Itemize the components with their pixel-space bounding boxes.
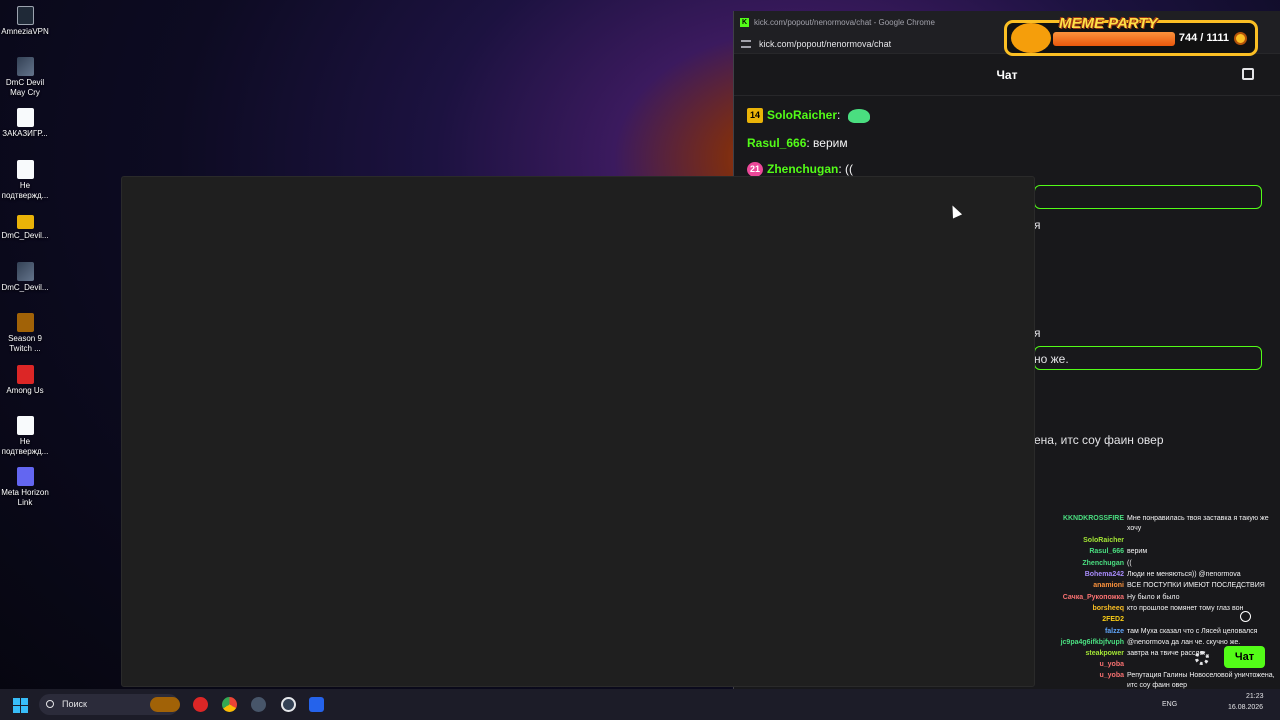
chat-username[interactable]: Zhenchugan	[767, 162, 838, 176]
taskbar: Поиск ENG 21:23 16.08.2026	[0, 689, 1280, 720]
overlay-chat-line: Bohema242 Люди не меняються)) @nenormova	[1084, 571, 1241, 578]
yandex-browser-icon[interactable]	[193, 697, 208, 712]
language-indicator[interactable]: ENG	[1162, 701, 1177, 708]
overlay-chat-line: u_yoba Репутация Галины Новоселовой уничт…	[1099, 672, 1275, 679]
desktop-icon-among-us[interactable]: Among Us	[0, 365, 50, 396]
desktop-icon-meta-link[interactable]: Meta Horizon Link	[0, 467, 50, 508]
chat-text-fragment: но же.	[1034, 352, 1069, 366]
emote-picker-icon[interactable]	[1240, 611, 1251, 622]
doge-icon	[1011, 23, 1051, 53]
chat-header: Чат	[734, 54, 1280, 96]
desktop-icon-dmc[interactable]: DmC Devil May Cry	[0, 57, 50, 98]
url-text: kick.com/popout/nenormova/chat	[759, 38, 892, 49]
file-icon	[16, 416, 34, 435]
chat-message: Rasul_666: верим	[747, 136, 848, 150]
chat-text: ((	[845, 162, 854, 176]
coin-icon	[1234, 32, 1247, 45]
overlay-chat-line: falzze там Муха сказал что с Лясей целова…	[1104, 628, 1258, 635]
chat-send-button[interactable]: Чат	[1224, 646, 1265, 668]
overlay-chat-line: KKNDKROSSFIRE Мне понравилась твоя застав…	[1062, 515, 1269, 522]
chat-username[interactable]: SoloRaicher	[767, 108, 837, 122]
windows-start-icon[interactable]	[13, 698, 28, 713]
file-icon	[16, 160, 34, 179]
desktop-icon-season9[interactable]: Season 9 Twitch ...	[0, 313, 50, 354]
sub-badge: 14	[747, 108, 763, 124]
overlay-chat-line: Zhenchugan((	[1082, 560, 1132, 567]
app-icon[interactable]	[251, 697, 266, 712]
archive-icon	[16, 313, 34, 332]
dmc-game-icon	[16, 57, 34, 76]
pepe-emote-icon	[847, 108, 870, 123]
overlay-chat-line: Сачка_Рукопожка Ну было и было	[1062, 594, 1180, 601]
desktop-icon-unconfirmed-2[interactable]: Не подтвержд...	[0, 416, 50, 457]
overlay-chat-line: Rasul_666 верим	[1089, 548, 1148, 555]
highlighted-message-frame	[1034, 185, 1262, 209]
desktop-icon-unconfirmed-1[interactable]: Не подтвержд...	[0, 160, 50, 201]
meta-horizon-icon	[16, 467, 34, 486]
desktop-icon-dmc-2[interactable]: DmC_Devil...	[0, 262, 50, 293]
among-us-icon	[16, 365, 34, 384]
clock-time[interactable]: 21:23	[1246, 693, 1264, 700]
site-info-icon[interactable]	[741, 39, 751, 48]
window-title: kick.com/popout/nenormova/chat - Google …	[754, 18, 935, 27]
dark-overlay-panel	[121, 176, 1035, 687]
meme-progress-bar	[1053, 32, 1175, 46]
overlay-chat-line: SoloRaicher	[1083, 537, 1124, 544]
obs-icon[interactable]	[281, 697, 296, 712]
desktop-icon-zakazigr[interactable]: ЗАКАЗИГР...	[0, 108, 50, 139]
overlay-chat-line: хочу	[1127, 525, 1142, 532]
amneziavpn-icon	[16, 6, 34, 25]
chat-message: 14 SoloRaicher:	[747, 108, 870, 124]
meme-party-title: MEME PARTY	[1059, 15, 1158, 32]
widgets-icon[interactable]	[150, 697, 180, 712]
clock-date[interactable]: 16.08.2026	[1228, 704, 1263, 711]
search-icon	[46, 700, 54, 708]
users-icon[interactable]	[1242, 68, 1254, 80]
meme-party-count: 744 / 1111	[1178, 32, 1229, 44]
chat-title: Чат	[996, 67, 1018, 82]
active-app-icon[interactable]	[309, 697, 324, 712]
kick-favicon-icon: K	[740, 18, 749, 27]
chat-text-fragment: ена, итс соу фаин овер	[1034, 433, 1164, 447]
desktop-icon-amneziavpn[interactable]: AmneziaVPN	[0, 6, 50, 37]
folder-icon	[16, 215, 34, 229]
gear-icon[interactable]	[1195, 651, 1209, 665]
chat-username[interactable]: Rasul_666	[747, 136, 806, 150]
chat-text: верим	[813, 136, 848, 150]
file-icon	[16, 108, 34, 127]
chrome-icon[interactable]	[222, 697, 237, 712]
dmc-game-icon	[16, 262, 34, 281]
desktop-icon-dmc-folder[interactable]: DmC_Devil...	[0, 211, 50, 241]
overlay-chat-line: anamioni ВСЕ ПОСТУПКИ ИМЕЮТ ПОСЛЕДСТВИЯ	[1093, 582, 1265, 589]
meme-party-widget: MEME PARTY 744 / 1111	[1004, 15, 1258, 56]
